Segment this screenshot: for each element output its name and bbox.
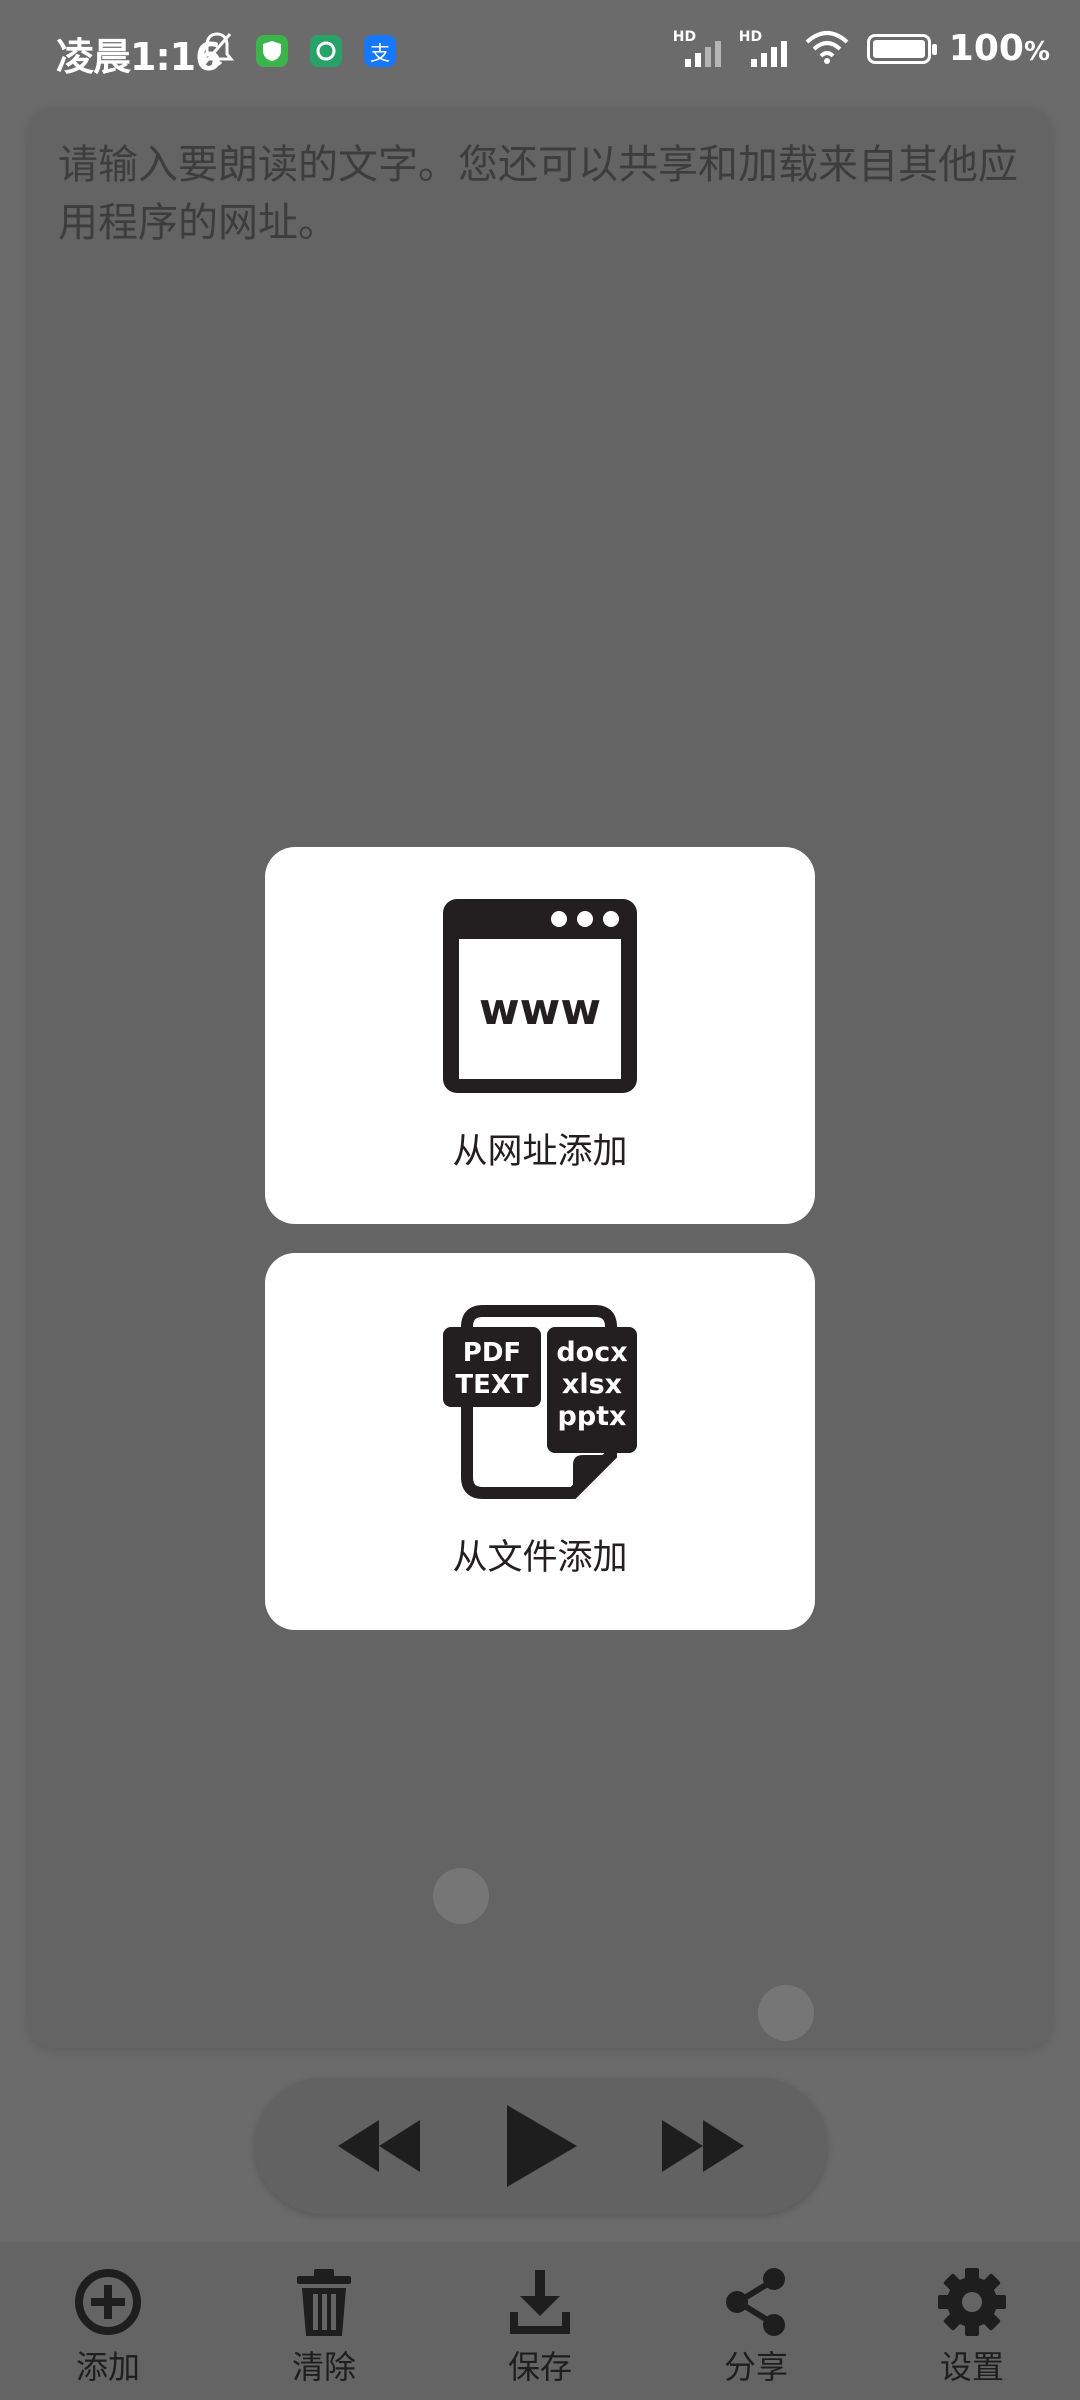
svg-text:PDF: PDF <box>463 1338 521 1368</box>
trash-icon <box>297 2269 351 2336</box>
settings-button[interactable]: 设置 <box>897 2242 1047 2388</box>
touch-ripple <box>433 1868 489 1924</box>
clear-label: 清除 <box>291 2348 356 2386</box>
save-label: 保存 <box>507 2348 572 2386</box>
status-system-icons: HD HD 100% <box>673 28 1050 69</box>
status-time: 凌晨1:16 <box>56 35 222 79</box>
gear-icon <box>938 2268 1006 2336</box>
fast-forward-button[interactable] <box>658 2116 748 2176</box>
add-from-url-option[interactable]: www 从网址添加 <box>265 847 815 1224</box>
settings-label: 设置 <box>939 2348 1004 2386</box>
save-button[interactable]: 保存 <box>465 2242 615 2388</box>
svg-text:xlsx: xlsx <box>562 1369 622 1400</box>
play-icon <box>506 2105 577 2187</box>
alipay-app-icon: 支 <box>364 35 396 67</box>
share-icon <box>726 2268 785 2336</box>
add-from-url-label: 从网址添加 <box>452 1132 628 1172</box>
download-icon <box>510 2270 570 2334</box>
bell-muted-icon <box>199 30 235 72</box>
share-label: 分享 <box>723 2348 788 2386</box>
status-notification-icons: 支 <box>199 30 396 72</box>
svg-text:TEXT: TEXT <box>455 1370 529 1400</box>
touch-ripple <box>758 1985 814 2041</box>
text-input-placeholder: 请输入要朗读的文字。您还可以共享和加载来自其他应用程序的网址。 <box>58 142 1018 246</box>
svg-text:www: www <box>479 984 601 1035</box>
status-bar: 凌晨1:16 支 HD HD 100% <box>0 0 1080 104</box>
share-button[interactable]: 分享 <box>681 2242 831 2388</box>
add-from-file-option[interactable]: PDF TEXT docx xlsx pptx 从文件添加 <box>265 1253 815 1630</box>
add-from-file-label: 从文件添加 <box>452 1538 628 1578</box>
play-button[interactable] <box>501 2103 581 2189</box>
add-button[interactable]: 添加 <box>33 2242 183 2388</box>
fast-forward-icon <box>662 2120 745 2172</box>
signal-icon-2: HD <box>739 29 787 69</box>
web-page-icon: www <box>443 899 637 1093</box>
rewind-button[interactable] <box>334 2116 424 2176</box>
clear-button[interactable]: 清除 <box>249 2242 399 2388</box>
plus-circle-icon <box>75 2269 141 2335</box>
bottom-toolbar: 添加 清除 保存 分享 设置 <box>0 2242 1080 2400</box>
svg-text:pptx: pptx <box>558 1401 627 1432</box>
shield-app-icon <box>256 35 288 67</box>
add-label: 添加 <box>75 2348 140 2386</box>
signal-icon-1: HD <box>673 29 721 69</box>
playback-controls <box>255 2078 827 2214</box>
rewind-icon <box>337 2120 420 2172</box>
battery-icon <box>866 33 937 64</box>
file-documents-icon: PDF TEXT docx xlsx pptx <box>443 1305 637 1499</box>
browser-app-icon <box>310 35 342 67</box>
wifi-icon <box>805 30 849 68</box>
battery-percent: 100% <box>948 28 1050 69</box>
svg-text:docx: docx <box>556 1337 627 1368</box>
